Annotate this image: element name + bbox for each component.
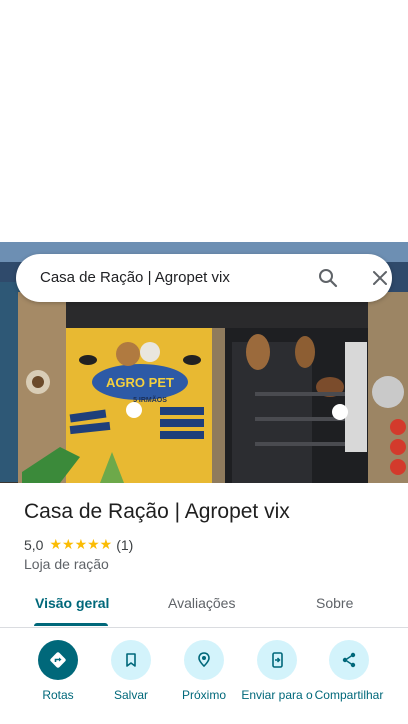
tab-bar: Visão geral Avaliações Sobre bbox=[0, 585, 408, 628]
send-to-phone-label: Enviar para o bbox=[241, 688, 313, 702]
tab-overview[interactable]: Visão geral bbox=[35, 595, 109, 611]
save-label: Salvar bbox=[113, 688, 148, 702]
review-count[interactable]: (1) bbox=[116, 537, 133, 553]
directions-icon bbox=[38, 640, 78, 680]
nearby-label: Próximo bbox=[181, 688, 226, 702]
search-icon[interactable] bbox=[316, 266, 340, 290]
star-rating-icon: ★★★★★ bbox=[49, 536, 113, 552]
directions-label: Rotas bbox=[42, 688, 74, 702]
sign-text: AGRO PET bbox=[106, 375, 174, 390]
search-bar[interactable]: Casa de Ração | Agropet vix bbox=[16, 254, 392, 302]
bookmark-icon bbox=[111, 640, 151, 680]
tab-reviews[interactable]: Avaliações bbox=[168, 595, 235, 611]
share-button[interactable]: Compartilhar bbox=[309, 640, 389, 703]
rating-value: 5,0 bbox=[24, 536, 44, 553]
send-to-phone-icon bbox=[257, 640, 297, 680]
action-buttons: Rotas Salvar Próximo Enviar para o Compa… bbox=[0, 640, 408, 724]
place-title: Casa de Ração | Agropet vix bbox=[24, 500, 290, 523]
place-details-page: AGRO PET 5 IRMÃOS Casa de Ração | Agrope… bbox=[0, 0, 408, 724]
tab-active-indicator bbox=[34, 623, 108, 626]
close-icon[interactable] bbox=[368, 266, 392, 290]
rating-row[interactable]: 5,0 ★★★★★ (1) bbox=[24, 536, 133, 553]
nearby-button[interactable]: Próximo bbox=[164, 640, 244, 703]
place-category: Loja de ração bbox=[24, 556, 109, 572]
nearby-icon bbox=[184, 640, 224, 680]
save-button[interactable]: Salvar bbox=[91, 640, 171, 703]
send-to-phone-button[interactable]: Enviar para o bbox=[237, 640, 317, 703]
search-input[interactable]: Casa de Ração | Agropet vix bbox=[40, 269, 230, 286]
share-icon bbox=[329, 640, 369, 680]
tab-about[interactable]: Sobre bbox=[316, 595, 353, 611]
share-label: Compartilhar bbox=[314, 688, 384, 702]
sign-subtext: 5 IRMÃOS bbox=[133, 395, 167, 404]
directions-button[interactable]: Rotas bbox=[18, 640, 98, 703]
